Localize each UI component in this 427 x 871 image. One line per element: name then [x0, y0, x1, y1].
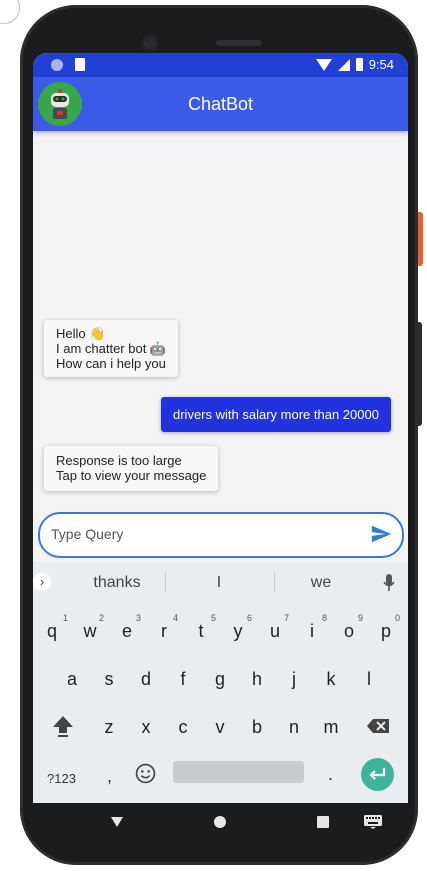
app-bar: ChatBot	[33, 77, 408, 131]
key-hint: 7	[284, 613, 290, 623]
message-line: Response is too large	[56, 453, 182, 468]
key-hint: 8	[322, 613, 328, 623]
key-t[interactable]: t	[187, 621, 215, 642]
message-line: drivers with salary more than 20000	[173, 407, 379, 422]
key-hint: 1	[63, 613, 69, 623]
notification-icon	[51, 59, 63, 71]
period-key[interactable]: .	[328, 764, 333, 785]
key-hint: 6	[247, 613, 253, 623]
message-line: I am chatter bot 🤖	[56, 341, 167, 356]
key-g[interactable]: g	[206, 669, 234, 690]
earpiece-speaker	[216, 40, 262, 46]
keyboard-icon[interactable]	[364, 815, 382, 829]
key-y[interactable]: y	[224, 621, 252, 642]
key-m[interactable]: m	[317, 717, 345, 738]
suggestion-divider	[274, 572, 275, 592]
query-box	[38, 512, 404, 558]
key-hint: 2	[99, 613, 105, 623]
emoji-icon[interactable]	[135, 763, 156, 784]
key-l[interactable]: l	[355, 669, 383, 690]
microphone-icon[interactable]	[383, 574, 395, 592]
key-i[interactable]: i	[298, 621, 326, 642]
enter-arrow-icon	[369, 768, 386, 780]
key-j[interactable]: j	[280, 669, 308, 690]
key-o[interactable]: o	[335, 621, 363, 642]
sd-card-icon	[75, 58, 85, 71]
key-b[interactable]: b	[243, 717, 271, 738]
key-k[interactable]: k	[317, 669, 345, 690]
key-v[interactable]: v	[206, 717, 234, 738]
wifi-icon	[315, 58, 332, 71]
key-c[interactable]: c	[169, 717, 197, 738]
suggestion-divider	[165, 572, 166, 592]
message-line: Hello 👋	[56, 326, 106, 341]
key-d[interactable]: d	[132, 669, 160, 690]
status-time: 9:54	[368, 57, 394, 72]
battery-icon	[355, 58, 363, 71]
symbols-key[interactable]: ?123	[47, 771, 76, 786]
key-x[interactable]: x	[132, 717, 160, 738]
status-right: 9:54	[315, 57, 394, 72]
bot-response-bubble[interactable]: Response is too large Tap to view your m…	[44, 446, 219, 491]
enter-key[interactable]	[361, 758, 394, 791]
app-title: ChatBot	[187, 94, 254, 114]
home-icon[interactable]	[213, 815, 227, 829]
key-e[interactable]: e	[113, 621, 141, 642]
navigation-bar	[33, 803, 408, 843]
key-hint: 0	[395, 613, 401, 623]
key-r[interactable]: r	[150, 621, 178, 642]
comma-key[interactable]: ,	[107, 766, 112, 787]
status-bar: 9:54	[33, 53, 408, 77]
key-hint: 5	[211, 613, 217, 623]
bot-message-bubble: Hello 👋 I am chatter bot 🤖 How can i hel…	[44, 320, 179, 377]
key-f[interactable]: f	[169, 669, 197, 690]
recents-icon[interactable]	[317, 816, 329, 828]
send-icon[interactable]	[370, 523, 392, 545]
user-message-bubble: drivers with salary more than 20000	[161, 397, 391, 432]
signal-icon	[337, 58, 350, 71]
front-camera	[141, 34, 159, 52]
key-w[interactable]: w	[76, 621, 104, 642]
suggestion-we[interactable]: we	[281, 574, 361, 592]
key-hint: 3	[136, 613, 142, 623]
key-h[interactable]: h	[243, 669, 271, 690]
query-input[interactable]	[49, 522, 353, 546]
screen: 9:54 ChatBot Hello 👋 I am chatter bot 🤖 …	[33, 53, 408, 803]
key-u[interactable]: u	[261, 621, 289, 642]
spacebar[interactable]	[173, 761, 304, 783]
key-hint: 4	[173, 613, 179, 623]
suggestion-i[interactable]: I	[179, 574, 259, 592]
key-a[interactable]: a	[58, 669, 86, 690]
key-s[interactable]: s	[95, 669, 123, 690]
keyboard: › thanks I we q 1 w 2 e 3 r 4 t 5 y 6 u …	[33, 562, 408, 803]
key-n[interactable]: n	[280, 717, 308, 738]
key-q[interactable]: q	[38, 621, 66, 642]
backspace-icon[interactable]	[366, 718, 390, 734]
message-line: How can i help you	[56, 356, 166, 371]
chevron-right-icon[interactable]: ›	[33, 573, 51, 591]
key-p[interactable]: p	[372, 621, 400, 642]
back-icon[interactable]	[110, 816, 124, 828]
suggestion-strip: › thanks I we	[33, 562, 408, 602]
key-hint: 9	[358, 613, 364, 623]
suggestion-thanks[interactable]: thanks	[77, 574, 157, 592]
shift-icon[interactable]	[52, 714, 74, 738]
key-z[interactable]: z	[95, 717, 123, 738]
corner-ring-decoration	[0, 0, 20, 24]
message-line: Tap to view your message	[56, 468, 207, 483]
